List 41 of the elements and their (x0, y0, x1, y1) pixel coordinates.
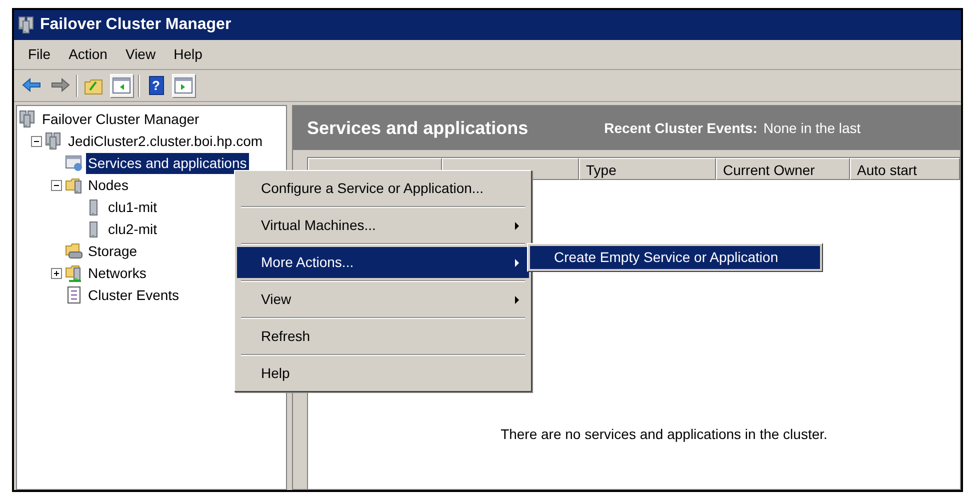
tree-item[interactable]: Networks (86, 262, 148, 284)
tree-item[interactable]: Nodes (86, 174, 130, 196)
menu-item[interactable]: Refresh (237, 321, 529, 352)
window-title: Failover Cluster Manager (40, 15, 232, 35)
pane-title: Services and applications (307, 116, 528, 140)
collapse-icon[interactable] (51, 180, 62, 190)
event-log-icon (65, 286, 83, 304)
menu-item[interactable]: View (117, 42, 164, 67)
tree-item[interactable]: Services and applications (86, 152, 249, 174)
column-header[interactable]: Current Owner (716, 158, 850, 180)
menu-item[interactable]: View (237, 284, 529, 315)
menu-item[interactable]: Help (237, 358, 529, 389)
expand-icon[interactable] (51, 268, 62, 278)
servers-icon (18, 16, 36, 34)
recent-events-label: Recent Cluster Events: (604, 118, 758, 138)
tree-item[interactable]: Storage (86, 240, 140, 262)
tree-item[interactable]: JediCluster2.cluster.boi.hp.com (66, 130, 265, 152)
menu-item[interactable]: Action (60, 42, 116, 67)
servers-icon (19, 110, 37, 128)
empty-message: There are no services and applications in the cluster. (500, 425, 828, 444)
menu-item[interactable]: More Actions... (237, 247, 529, 278)
tree-item[interactable]: clu2-mit (106, 218, 160, 240)
column-header[interactable]: Type (579, 158, 716, 180)
menu-item[interactable]: Help (166, 42, 210, 67)
tree-item[interactable]: Failover Cluster Manager (40, 108, 202, 130)
menu-item[interactable]: Virtual Machines... (237, 210, 529, 241)
toolbar-button[interactable] (110, 74, 134, 98)
collapse-icon[interactable] (31, 136, 42, 146)
folder-server-icon (65, 176, 83, 194)
tree-item[interactable]: Cluster Events (86, 284, 182, 306)
toolbar-button[interactable] (172, 74, 196, 98)
servers-icon (45, 132, 63, 150)
folder-drive-icon (65, 242, 83, 260)
column-header[interactable]: Auto start (850, 158, 960, 180)
menu-item[interactable]: File (20, 42, 59, 67)
folder-network-icon (65, 264, 83, 282)
toolbar-button[interactable]: ? (144, 74, 168, 98)
recent-events-value: None in the last (763, 118, 861, 138)
menu-item[interactable]: Configure a Service or Application... (237, 173, 529, 204)
menu-item[interactable]: Create Empty Service or Application (530, 246, 820, 269)
tree-item[interactable]: clu1-mit (106, 196, 160, 218)
